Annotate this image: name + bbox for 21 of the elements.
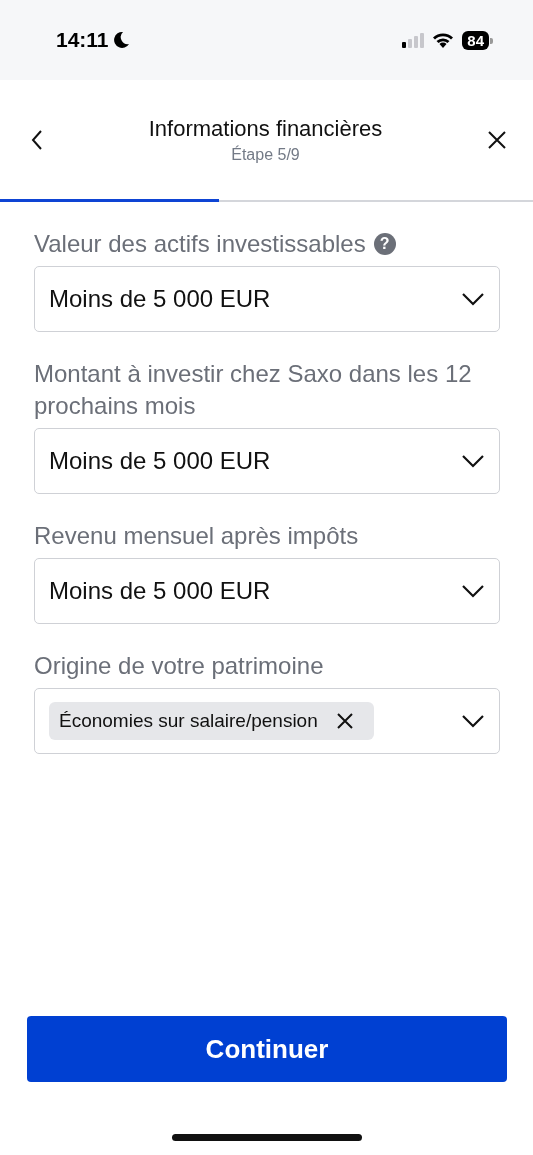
chevron-down-icon[interactable] bbox=[461, 454, 485, 468]
dropdown-field[interactable]: Moins de 5 000 EUR bbox=[34, 558, 500, 624]
step-indicator: Étape 5/9 bbox=[231, 146, 300, 164]
remove-icon[interactable] bbox=[335, 712, 354, 730]
chevron-down-icon[interactable] bbox=[461, 714, 485, 728]
continue-button[interactable]: Continuer bbox=[27, 1016, 507, 1082]
status-time: 14:11 bbox=[56, 28, 109, 52]
page-title: Informations financières bbox=[148, 116, 383, 142]
signal-icon bbox=[402, 32, 425, 48]
help-icon[interactable]: ? bbox=[373, 233, 396, 255]
chevron-down-icon[interactable] bbox=[461, 292, 485, 306]
field-label: Montant à investir chez Saxo dans les 12 prochains mois bbox=[34, 359, 473, 421]
dropdown-field[interactable]: Moins de 5 000 EUR bbox=[34, 428, 500, 494]
chip-label: Économies sur salaire/pension bbox=[59, 710, 318, 732]
wifi-icon bbox=[432, 32, 455, 48]
field-label: Valeur des actifs investissables bbox=[34, 229, 366, 259]
field-label: Revenu mensuel après impôts bbox=[34, 521, 359, 551]
multiselect-field[interactable]: Économies sur salaire/pension bbox=[34, 688, 500, 754]
dropdown-field[interactable]: Moins de 5 000 EUR bbox=[34, 266, 500, 332]
chevron-down-icon[interactable] bbox=[461, 584, 485, 598]
field-label: Origine de votre patrimoine bbox=[34, 651, 324, 681]
